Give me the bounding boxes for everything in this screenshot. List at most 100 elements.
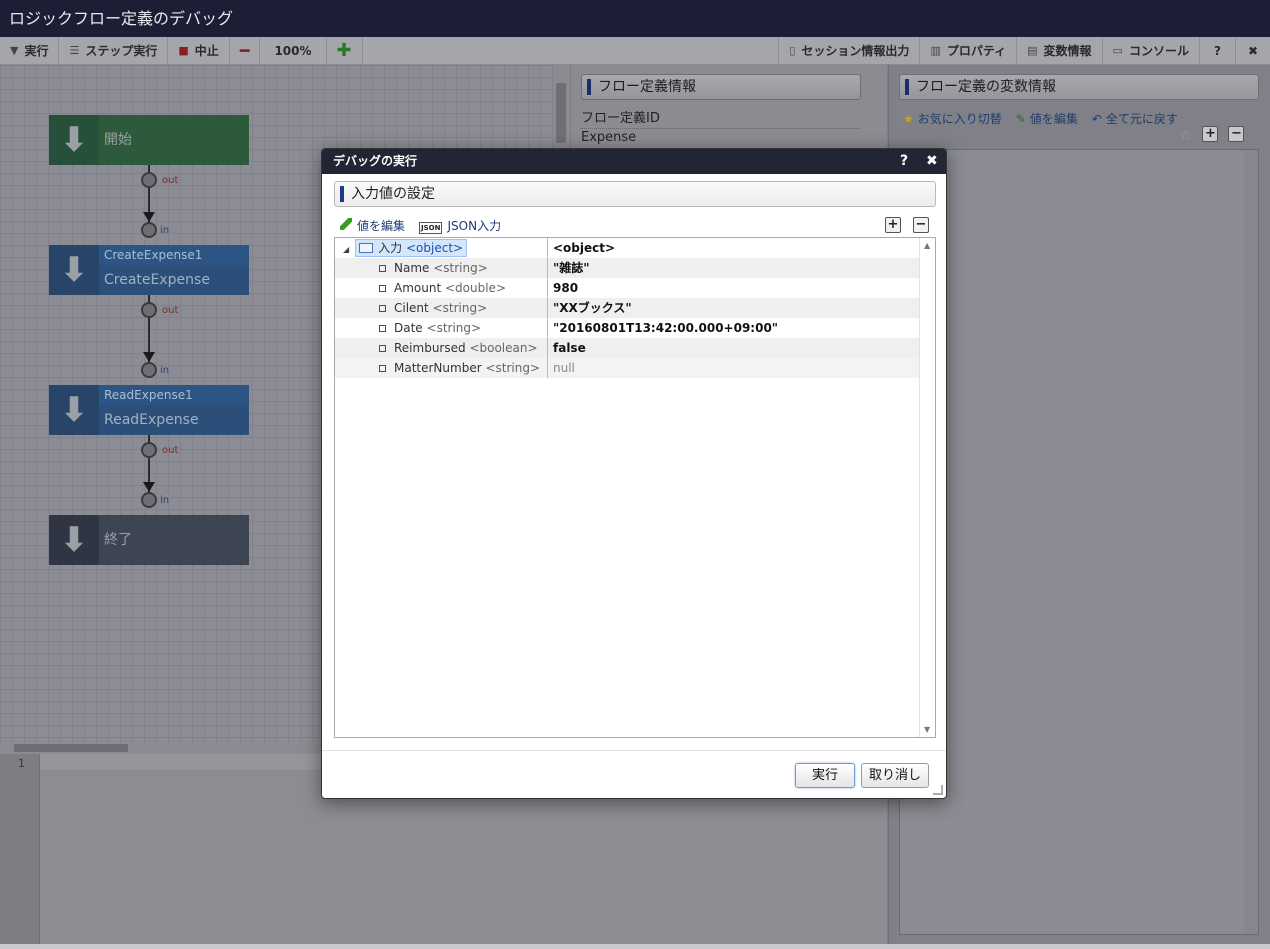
tree-value[interactable]: null [553, 358, 575, 378]
object-icon [359, 243, 374, 253]
dialog-title: デバッグの実行 [333, 154, 418, 168]
properties-icon: ▥ [930, 44, 941, 57]
field-icon [379, 265, 386, 272]
pencil-icon [340, 218, 352, 230]
flow-id-value: Expense [581, 130, 637, 145]
start-arrow-icon: ⬇ [49, 115, 99, 165]
stop-button[interactable]: ■ 中止 [168, 37, 230, 64]
scroll-down-icon[interactable]: ▼ [924, 725, 930, 734]
close-icon: ✖ [1247, 43, 1258, 58]
run-button[interactable]: ▼ 実行 [0, 37, 60, 64]
dialog-cancel-button[interactable]: 取り消し [861, 763, 929, 788]
down-arrow-icon: ⬇ [49, 245, 99, 295]
dialog-collapse-all-button[interactable]: − [913, 217, 929, 233]
line-gutter: 1 [0, 754, 40, 949]
in-port[interactable] [141, 492, 157, 508]
json-icon: JSON [419, 222, 443, 234]
properties-button[interactable]: ▥ プロパティ [920, 37, 1018, 64]
tree-value[interactable]: "XXブックス" [553, 298, 632, 318]
node-name: ReadExpense [104, 412, 199, 428]
edit-value-button[interactable]: ✎ 値を編集 [1016, 110, 1078, 127]
tree-row-root[interactable]: ◢ 入力 <object> <object> [335, 238, 919, 258]
tree-row[interactable]: Amount <double> 980 [335, 278, 919, 298]
start-node-label: 開始 [104, 132, 132, 148]
step-run-button[interactable]: ☰ ステップ実行 [59, 37, 169, 64]
dialog-footer: 実行 取り消し [322, 750, 946, 798]
session-output-button[interactable]: ▯ セッション情報出力 [779, 37, 921, 64]
debug-run-dialog: デバッグの実行 ? ✖ 入力値の設定 値を編集 JSON JSON入力 + − ◢… [321, 148, 947, 799]
window-title: ロジックフロー定義のデバッグ [0, 0, 1270, 37]
out-port[interactable] [141, 172, 157, 188]
collapse-triangle-icon[interactable]: ◢ [343, 240, 349, 260]
toolbar: ▼ 実行 ☰ ステップ実行 ■ 中止 ━ 100% ✚ ▯ セッション情報出力 ▥ プロパ… [0, 37, 1270, 65]
tree-scrollbar[interactable]: ▲ ▼ [919, 238, 935, 737]
end-node-label: 終了 [104, 532, 132, 548]
reset-all-button[interactable]: ↶ 全て元に戻す [1092, 110, 1178, 127]
variables-button[interactable]: ▤ 変数情報 [1017, 37, 1103, 64]
play-dropdown-icon: ▼ [10, 44, 19, 57]
collapse-all-button[interactable]: − [1228, 126, 1245, 142]
star-icon: ★ [903, 112, 914, 126]
node-name: CreateExpense [104, 272, 210, 288]
field-icon [379, 305, 386, 312]
variables-scrollbar[interactable] [1244, 150, 1258, 934]
tree-value[interactable]: "20160801T13:42:00.000+09:00" [553, 318, 778, 338]
minus-icon: ━ [239, 41, 250, 60]
help-button[interactable]: ? [1200, 37, 1236, 64]
dialog-titlebar[interactable]: デバッグの実行 ? ✖ [322, 149, 946, 174]
tree-row[interactable]: Reimbursed <boolean> false [335, 338, 919, 358]
field-icon [379, 365, 386, 372]
close-button[interactable]: ✖ [1236, 37, 1270, 64]
dialog-help-button[interactable]: ? [900, 149, 908, 174]
field-icon [379, 285, 386, 292]
input-settings-header: 入力値の設定 [334, 181, 936, 207]
zoom-in-button[interactable]: ✚ [327, 37, 363, 64]
console-icon: ▭ [1112, 44, 1123, 57]
dialog-run-button[interactable]: 実行 [795, 763, 855, 788]
flow-id-label: フロー定義ID [581, 107, 861, 129]
tree-row[interactable]: Cilent <string> "XXブックス" [335, 298, 919, 318]
flow-node-create-expense[interactable]: ⬇ CreateExpense1 CreateExpense [49, 245, 249, 295]
node-id: ReadExpense1 [99, 385, 249, 405]
tree-row[interactable]: Name <string> "雑誌" [335, 258, 919, 278]
tree-row[interactable]: Date <string> "20160801T13:42:00.000+09:… [335, 318, 919, 338]
star-outline-icon[interactable]: ☆ [1179, 126, 1192, 144]
in-port[interactable] [141, 362, 157, 378]
out-port[interactable] [141, 442, 157, 458]
tree-value: <object> [553, 241, 616, 255]
flow-info-header: フロー定義情報 [581, 74, 861, 100]
json-input-button[interactable]: JSON JSON入力 [419, 217, 501, 234]
in-port[interactable] [141, 222, 157, 238]
input-value-tree[interactable]: ◢ 入力 <object> <object> Name <string> "雑誌"… [334, 237, 936, 738]
dialog-close-button[interactable]: ✖ [926, 149, 938, 174]
tree-row[interactable]: MatterNumber <string> null [335, 358, 919, 378]
resize-handle[interactable] [933, 785, 943, 795]
toggle-favorite-button[interactable]: ★ お気に入り切替 [903, 110, 1002, 127]
scroll-up-icon[interactable]: ▲ [924, 241, 930, 250]
dialog-expand-all-button[interactable]: + [885, 217, 901, 233]
variables-header: フロー定義の変数情報 [899, 74, 1259, 100]
expand-all-button[interactable]: + [1202, 126, 1219, 142]
pencil-icon: ✎ [1015, 112, 1026, 126]
plus-icon: ✚ [336, 40, 352, 61]
console-button[interactable]: ▭ コンソール [1103, 37, 1200, 64]
variables-tree[interactable] [899, 149, 1259, 935]
node-id: CreateExpense1 [99, 245, 249, 265]
tree-value[interactable]: 980 [553, 278, 578, 298]
dialog-edit-value-button[interactable]: 値を編集 [340, 217, 405, 234]
start-node[interactable]: ⬇ 開始 [49, 115, 249, 165]
end-icon: ⬇ [49, 515, 99, 565]
tree-value[interactable]: "雑誌" [553, 258, 590, 278]
field-icon [379, 325, 386, 332]
variables-icon: ▤ [1027, 44, 1038, 57]
down-arrow-icon: ⬇ [49, 385, 99, 435]
tree-value[interactable]: false [553, 338, 586, 358]
step-icon: ☰ [69, 44, 80, 57]
end-node[interactable]: ⬇ 終了 [49, 515, 249, 565]
flow-node-read-expense[interactable]: ⬇ ReadExpense1 ReadExpense [49, 385, 249, 435]
zoom-out-button[interactable]: ━ [230, 37, 261, 64]
document-icon: ▯ [789, 44, 796, 57]
out-port[interactable] [141, 302, 157, 318]
stop-icon: ■ [178, 44, 189, 57]
field-icon [379, 345, 386, 352]
